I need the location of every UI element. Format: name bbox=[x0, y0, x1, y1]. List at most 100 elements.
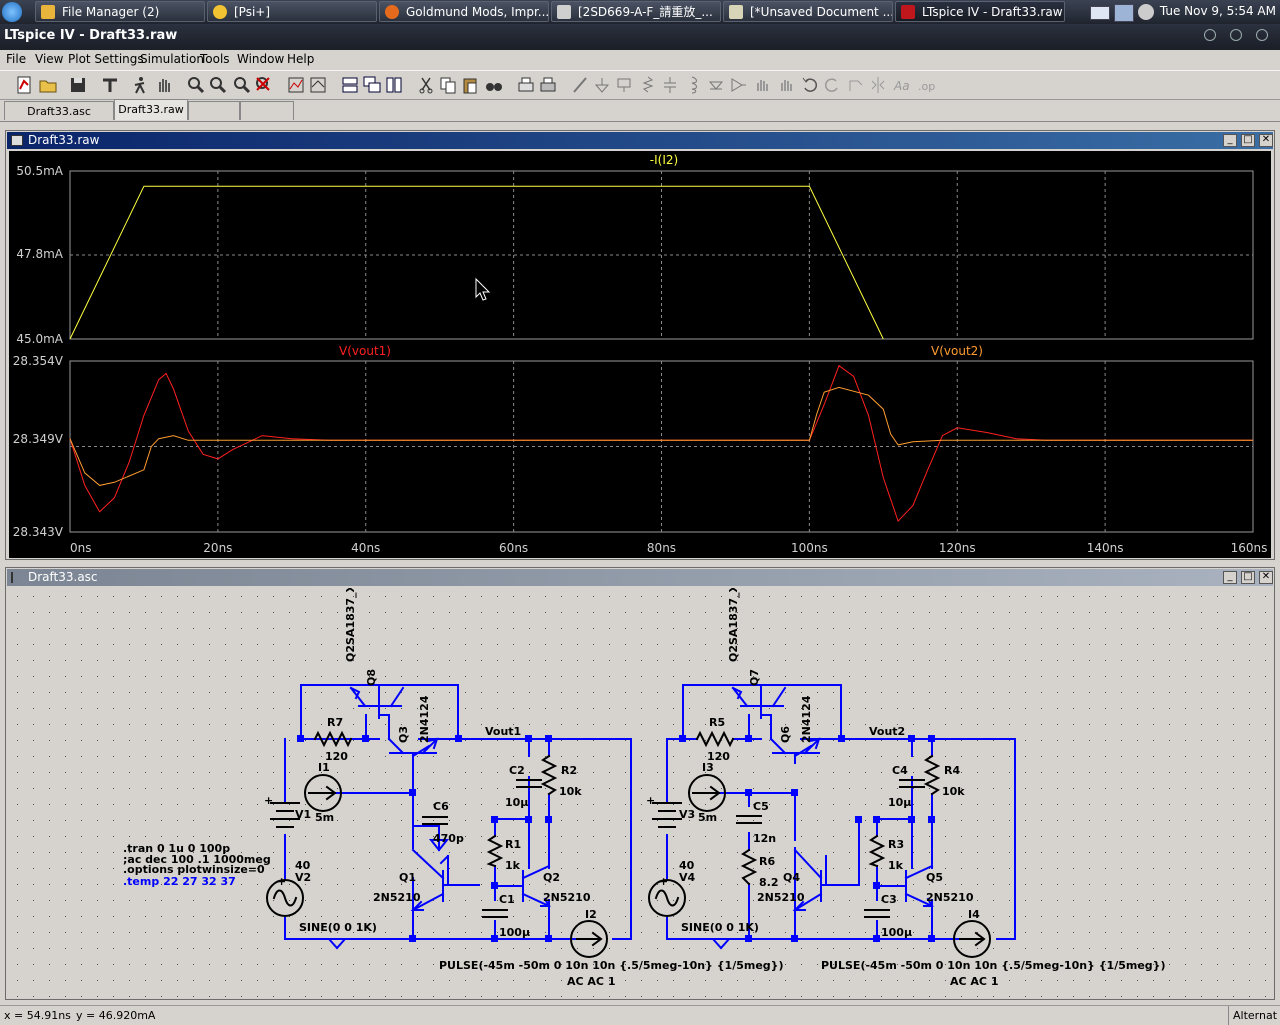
r3-value[interactable]: 1k bbox=[888, 859, 904, 872]
waveform-maximize-icon[interactable]: □ bbox=[1241, 134, 1255, 147]
autorange-icon[interactable] bbox=[286, 75, 306, 95]
q4-label[interactable]: Q4 bbox=[783, 871, 800, 884]
task-editor[interactable]: [*Unsaved Document ... bbox=[723, 1, 893, 22]
diode-icon[interactable] bbox=[706, 75, 726, 95]
net-vout1[interactable]: Vout1 bbox=[485, 725, 521, 738]
cut-icon[interactable] bbox=[416, 75, 436, 95]
copy-icon[interactable] bbox=[438, 75, 458, 95]
v1-label[interactable]: V1 bbox=[295, 808, 311, 821]
task-psi[interactable]: [Psi+] bbox=[207, 1, 377, 22]
resistor-icon[interactable] bbox=[638, 75, 658, 95]
drag-icon[interactable] bbox=[776, 75, 796, 95]
trace-label-vout1[interactable]: V(vout1) bbox=[339, 344, 391, 358]
schematic-maximize-icon[interactable]: □ bbox=[1241, 571, 1255, 584]
schematic-close-icon[interactable]: ✕ bbox=[1259, 571, 1273, 584]
c5-value[interactable]: 12n bbox=[753, 832, 776, 845]
mirror-icon[interactable] bbox=[868, 75, 888, 95]
zoom-in-icon[interactable] bbox=[186, 75, 206, 95]
task-pdf[interactable]: [2SD669-A-F_請重放_... bbox=[551, 1, 721, 22]
i2-label[interactable]: I2 bbox=[585, 908, 597, 921]
menu-simulation[interactable]: Simulation bbox=[140, 52, 204, 66]
r1-value[interactable]: 1k bbox=[505, 859, 521, 872]
q2-model[interactable]: 2N5210 bbox=[543, 891, 591, 904]
task-file-manager[interactable]: File Manager (2) bbox=[35, 1, 205, 22]
maximize-icon[interactable] bbox=[1230, 29, 1242, 41]
tab-draft33-raw[interactable]: Draft33.raw bbox=[114, 99, 188, 120]
paste-icon[interactable] bbox=[460, 75, 480, 95]
close-icon[interactable] bbox=[1256, 29, 1268, 41]
tile-horizontal-icon[interactable] bbox=[340, 75, 360, 95]
q5-label[interactable]: Q5 bbox=[926, 871, 943, 884]
sine-left[interactable]: SINE(0 0 1K) bbox=[299, 921, 377, 934]
c3-label[interactable]: C3 bbox=[881, 893, 897, 906]
menu-window[interactable]: Window bbox=[237, 52, 284, 66]
ground-icon[interactable] bbox=[592, 75, 612, 95]
i3-label[interactable]: I3 bbox=[702, 761, 714, 774]
i4-label[interactable]: I4 bbox=[968, 908, 980, 921]
q3-label[interactable]: Q3 bbox=[397, 726, 410, 743]
c3-value[interactable]: 100μ bbox=[881, 926, 912, 939]
i1-value[interactable]: 5m bbox=[315, 811, 334, 824]
move-icon[interactable] bbox=[752, 75, 772, 95]
r1-label[interactable]: R1 bbox=[505, 838, 521, 851]
c6-value[interactable]: 470p bbox=[433, 832, 464, 845]
q6-label[interactable]: Q6 bbox=[779, 726, 792, 743]
tab-empty-1[interactable] bbox=[188, 101, 240, 120]
zoom-cancel-icon[interactable] bbox=[254, 75, 274, 95]
run-icon[interactable] bbox=[130, 75, 150, 95]
r6-label[interactable]: R6 bbox=[759, 855, 775, 868]
control-panel-icon[interactable] bbox=[100, 75, 120, 95]
ac-left[interactable]: AC AC 1 bbox=[567, 975, 616, 988]
menu-tools[interactable]: Tools bbox=[200, 52, 230, 66]
network-icon[interactable] bbox=[1114, 4, 1134, 22]
waveform-plot[interactable]: -I(I2) 50.5mA 47.8mA 45.0mA V(vout1) V(v… bbox=[9, 151, 1271, 558]
task-firefox[interactable]: Goldmund Mods, Impr... bbox=[379, 1, 549, 22]
pulse-right[interactable]: PULSE(-45m -50m 0 10n 10n {.5/5meg-10n} … bbox=[821, 959, 1166, 972]
v4-label[interactable]: V4 bbox=[679, 871, 696, 884]
halt-icon[interactable] bbox=[154, 75, 174, 95]
c1-value[interactable]: 100μ bbox=[499, 926, 530, 939]
q3-model[interactable]: 2N4124 bbox=[418, 695, 431, 743]
new-schematic-icon[interactable] bbox=[14, 75, 34, 95]
net-vout2[interactable]: Vout2 bbox=[869, 725, 905, 738]
component-icon[interactable] bbox=[728, 75, 748, 95]
q7-model[interactable]: Q2SA1837_X bbox=[727, 588, 740, 662]
r2-label[interactable]: R2 bbox=[561, 764, 577, 777]
trace-label-vout2[interactable]: V(vout2) bbox=[931, 344, 983, 358]
tab-draft33-asc[interactable]: Draft33.asc bbox=[4, 101, 114, 120]
redo-icon[interactable] bbox=[822, 75, 842, 95]
v2-label[interactable]: V2 bbox=[295, 871, 311, 884]
c2-value[interactable]: 10μ bbox=[505, 796, 528, 809]
waveform-window-titlebar[interactable]: Draft33.raw _ □ ✕ bbox=[7, 132, 1273, 149]
minimize-icon[interactable] bbox=[1204, 29, 1216, 41]
clock[interactable]: Tue Nov 9, 5:54 AM bbox=[1160, 0, 1276, 24]
q8-model[interactable]: Q2SA1837_X bbox=[344, 588, 357, 662]
add-trace-icon[interactable] bbox=[308, 75, 328, 95]
sine-right[interactable]: SINE(0 0 1K) bbox=[681, 921, 759, 934]
draw-wire-icon[interactable] bbox=[570, 75, 590, 95]
r5-label[interactable]: R5 bbox=[709, 716, 725, 729]
trace-label-i2[interactable]: -I(I2) bbox=[650, 153, 678, 167]
c5-label[interactable]: C5 bbox=[753, 800, 769, 813]
capacitor-icon[interactable] bbox=[660, 75, 680, 95]
pulse-left[interactable]: PULSE(-45m -50m 0 10n 10n {.5/5meg-10n} … bbox=[439, 959, 784, 972]
v3-label[interactable]: V3 bbox=[679, 808, 695, 821]
q6-model[interactable]: 2N4124 bbox=[800, 695, 813, 743]
distro-menu-icon[interactable] bbox=[2, 2, 22, 22]
schematic-minimize-icon[interactable]: _ bbox=[1223, 571, 1237, 584]
tile-vertical-icon[interactable] bbox=[384, 75, 404, 95]
q4-model[interactable]: 2N5210 bbox=[757, 891, 805, 904]
c2-label[interactable]: C2 bbox=[509, 764, 525, 777]
tab-empty-2[interactable] bbox=[240, 101, 294, 120]
text-icon[interactable]: Aa bbox=[892, 75, 912, 95]
zoom-out-icon[interactable] bbox=[232, 75, 252, 95]
menu-plot-settings[interactable]: Plot Settings bbox=[68, 52, 144, 66]
i1-label[interactable]: I1 bbox=[318, 761, 330, 774]
c4-value[interactable]: 10μ bbox=[888, 796, 911, 809]
r6-value[interactable]: 8.2 bbox=[759, 876, 779, 889]
menu-view[interactable]: View bbox=[35, 52, 63, 66]
menu-file[interactable]: File bbox=[6, 52, 26, 66]
inductor-icon[interactable] bbox=[682, 75, 702, 95]
schematic-canvas[interactable]: .tran 0 1u 0 100p ;ac dec 100 .1 1000meg… bbox=[9, 588, 1271, 998]
find-icon[interactable] bbox=[484, 75, 504, 95]
